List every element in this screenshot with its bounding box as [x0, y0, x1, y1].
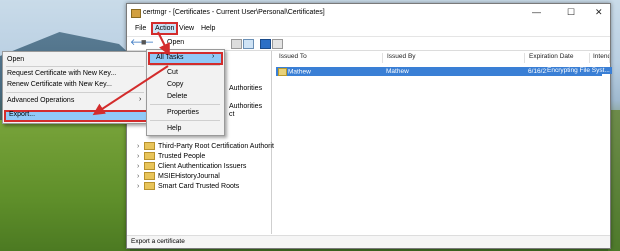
annotation-arrow-to-all-tasks [157, 31, 170, 56]
annotation-arrows [92, 31, 170, 116]
annotation-arrow-to-export [92, 65, 169, 116]
